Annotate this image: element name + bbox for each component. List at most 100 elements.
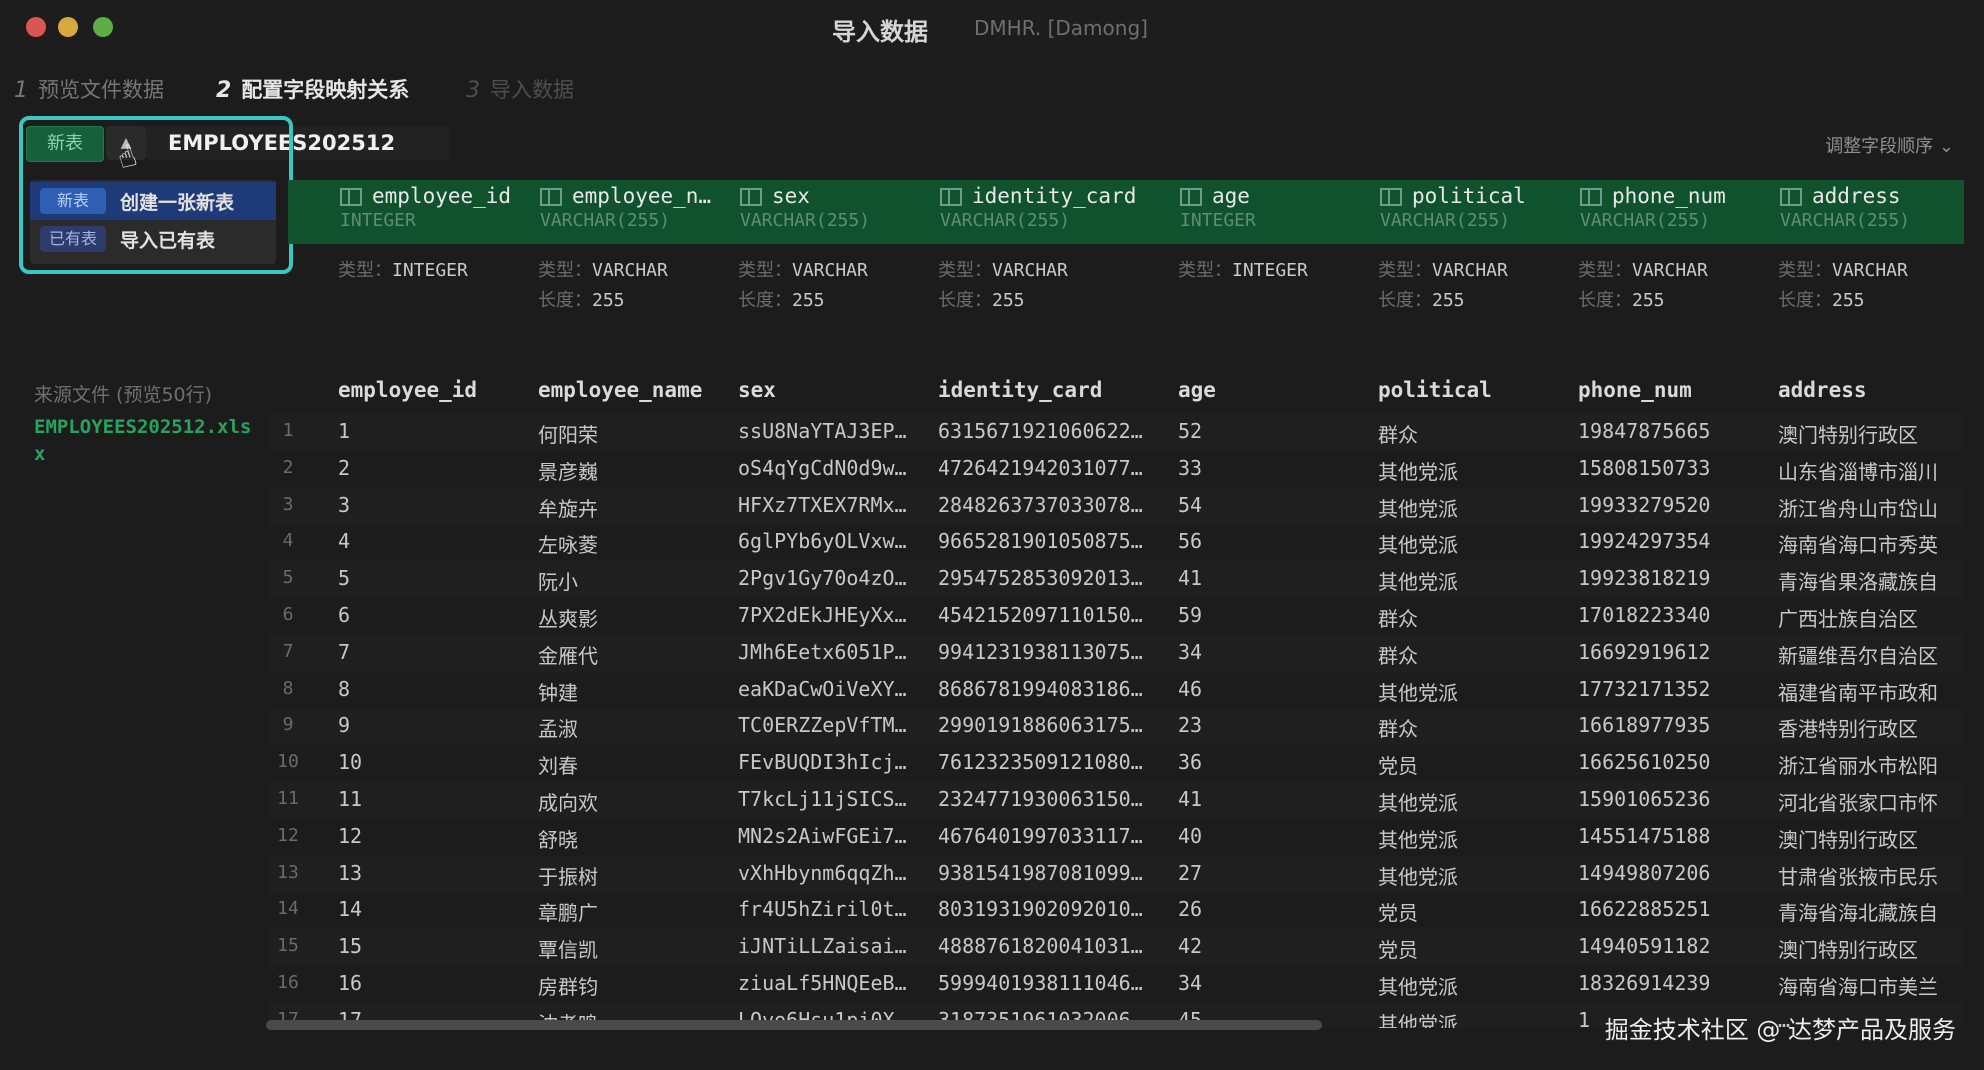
grid-cell[interactable]: 16 bbox=[338, 971, 528, 995]
grid-cell[interactable]: 19924297354 bbox=[1578, 529, 1768, 553]
grid-cell[interactable]: 14551475188 bbox=[1578, 824, 1768, 848]
grid-cell[interactable]: 福建省南平市政和 bbox=[1778, 677, 1958, 706]
grid-cell[interactable]: 59 bbox=[1178, 603, 1368, 627]
grid-cell[interactable]: 香港特别行政区 bbox=[1778, 713, 1958, 742]
grid-cell[interactable]: 54 bbox=[1178, 493, 1368, 517]
grid-cell[interactable]: 7612323509121080… bbox=[938, 750, 1168, 774]
grid-cell[interactable]: 36 bbox=[1178, 750, 1368, 774]
type-cell[interactable]: 类型：INTEGER bbox=[1178, 256, 1308, 286]
grid-cell[interactable]: 4676401997033117… bbox=[938, 824, 1168, 848]
grid-cell[interactable]: 党员 bbox=[1378, 934, 1568, 963]
grid-cell[interactable]: 孟淑 bbox=[538, 713, 728, 742]
source-file-name[interactable]: EMPLOYEES202512.xlsx bbox=[34, 414, 254, 468]
menu-item-new-table[interactable]: 新表 创建一张新表 bbox=[30, 182, 276, 220]
close-window-button[interactable] bbox=[26, 17, 46, 37]
grid-cell[interactable]: 33 bbox=[1178, 456, 1368, 480]
grid-cell[interactable]: 其他党派 bbox=[1378, 529, 1568, 558]
grid-cell[interactable]: 金雁代 bbox=[538, 640, 728, 669]
grid-cell[interactable]: 群众 bbox=[1378, 419, 1568, 448]
horizontal-scrollbar[interactable] bbox=[266, 1020, 1322, 1030]
grid-cell[interactable]: iJNTiLLZaisai… bbox=[738, 934, 928, 958]
table-row[interactable]: 5 5 阮小 2Pgv1Gy70o4zO… 2954752853092013… 41 其他党… bbox=[268, 561, 1964, 599]
grid-cell[interactable]: 18326914239 bbox=[1578, 971, 1768, 995]
grid-cell[interactable]: HFXz7TXEX7RMx… bbox=[738, 493, 928, 517]
grid-cell[interactable]: 其他党派 bbox=[1378, 824, 1568, 853]
grid-cell[interactable]: 9941231938113075… bbox=[938, 640, 1168, 664]
grid-cell[interactable]: 成向欢 bbox=[538, 787, 728, 816]
grid-cell[interactable]: MN2s2AiwFGEi7… bbox=[738, 824, 928, 848]
grid-cell[interactable]: 27 bbox=[1178, 861, 1368, 885]
grid-cell[interactable]: FEvBUQDI3hIcj… bbox=[738, 750, 928, 774]
zoom-window-button[interactable] bbox=[93, 17, 113, 37]
grid-cell[interactable]: 其他党派 bbox=[1378, 1008, 1568, 1028]
grid-cell[interactable]: 34 bbox=[1178, 971, 1368, 995]
grid-cell[interactable]: 其他党派 bbox=[1378, 566, 1568, 595]
table-row[interactable]: 6 6 丛爽影 7PX2dEkJHEyXx… 4542152097110150… 59 群众… bbox=[268, 598, 1964, 635]
grid-cell[interactable]: 于振树 bbox=[538, 861, 728, 890]
grid-cell[interactable]: 澳门特别行政区 bbox=[1778, 419, 1958, 448]
grid-cell[interactable]: 浙江省舟山市岱山 bbox=[1778, 493, 1958, 522]
reorder-fields-button[interactable]: 调整字段顺序 ⌄ bbox=[1825, 132, 1954, 158]
grid-cell[interactable]: 群众 bbox=[1378, 640, 1568, 669]
grid-cell[interactable]: 52 bbox=[1178, 419, 1368, 443]
grid-cell[interactable]: 其他党派 bbox=[1378, 787, 1568, 816]
step-mapping[interactable]: 2 配置字段映射关系 bbox=[216, 74, 409, 104]
grid-cell[interactable]: 41 bbox=[1178, 787, 1368, 811]
table-row[interactable]: 1 1 何阳荣 ssU8NaYTAJ3EP… 6315671921060622… 52 群众… bbox=[268, 414, 1964, 451]
menu-item-existing-table[interactable]: 已有表 导入已有表 bbox=[30, 220, 276, 258]
grid-cell[interactable]: 澳门特别行政区 bbox=[1778, 824, 1958, 853]
table-row[interactable]: 4 4 左咏菱 6glPYb6yOLVxw… 9665281901050875… 56 其他… bbox=[268, 524, 1964, 561]
grid-cell[interactable]: 群众 bbox=[1378, 603, 1568, 632]
grid-cell[interactable]: 5999401938111046… bbox=[938, 971, 1168, 995]
grid-cell[interactable]: 42 bbox=[1178, 934, 1368, 958]
step-import[interactable]: 3 导入数据 bbox=[466, 74, 574, 104]
grid-cell[interactable]: 12 bbox=[338, 824, 528, 848]
grid-cell[interactable]: 11 bbox=[338, 787, 528, 811]
grid-cell[interactable]: 2Pgv1Gy70o4zO… bbox=[738, 566, 928, 590]
grid-cell[interactable]: 23 bbox=[1178, 713, 1368, 737]
grid-cell[interactable]: ziuaLf5HNQEeB… bbox=[738, 971, 928, 995]
grid-cell[interactable]: 群众 bbox=[1378, 713, 1568, 742]
grid-cell[interactable]: 46 bbox=[1178, 677, 1368, 701]
table-row[interactable]: 3 3 牟旋卉 HFXz7TXEX7RMx… 2848263737033078… 54 其他… bbox=[268, 487, 1964, 525]
grid-cell[interactable]: 章鹏广 bbox=[538, 897, 728, 926]
grid-cell[interactable]: 丛爽影 bbox=[538, 603, 728, 632]
type-cell[interactable]: 类型：VARCHAR 长度：255 bbox=[938, 256, 1068, 316]
grid-cell[interactable]: 刘春 bbox=[538, 750, 728, 779]
grid-cell[interactable]: 何阳荣 bbox=[538, 419, 728, 448]
table-row[interactable]: 2 2 景彦巍 oS4qYgCdN0d9w… 4726421942031077… 33 其他… bbox=[268, 451, 1964, 488]
grid-cell[interactable]: 广西壮族自治区 bbox=[1778, 603, 1958, 632]
grid-cell[interactable]: 其他党派 bbox=[1378, 861, 1568, 890]
grid-cell[interactable]: 4542152097110150… bbox=[938, 603, 1168, 627]
grid-cell[interactable]: ssU8NaYTAJ3EP… bbox=[738, 419, 928, 443]
grid-cell[interactable]: 其他党派 bbox=[1378, 456, 1568, 485]
grid-cell[interactable]: 8031931902092010… bbox=[938, 897, 1168, 921]
grid-cell[interactable]: 6 bbox=[338, 603, 528, 627]
grid-cell[interactable]: 15808150733 bbox=[1578, 456, 1768, 480]
type-cell[interactable]: 类型：INTEGER bbox=[338, 256, 468, 286]
grid-cell[interactable]: oS4qYgCdN0d9w… bbox=[738, 456, 928, 480]
grid-cell[interactable]: 14 bbox=[338, 897, 528, 921]
grid-cell[interactable]: 16618977935 bbox=[1578, 713, 1768, 737]
type-cell[interactable]: 类型：VARCHAR 长度：255 bbox=[1778, 256, 1908, 316]
grid-cell[interactable]: 其他党派 bbox=[1378, 971, 1568, 1000]
grid-cell[interactable]: 9 bbox=[338, 713, 528, 737]
grid-cell[interactable]: 2 bbox=[338, 456, 528, 480]
grid-cell[interactable]: 16625610250 bbox=[1578, 750, 1768, 774]
table-row[interactable]: 13 13 于振树 vXhHbynm6qqZh… 9381541987081099… 27… bbox=[268, 855, 1964, 893]
grid-cell[interactable]: 40 bbox=[1178, 824, 1368, 848]
grid-cell[interactable]: 2324771930063150… bbox=[938, 787, 1168, 811]
grid-cell[interactable]: 青海省果洛藏族自 bbox=[1778, 566, 1958, 595]
grid-cell[interactable]: 17018223340 bbox=[1578, 603, 1768, 627]
type-cell[interactable]: 类型：VARCHAR 长度：255 bbox=[1378, 256, 1508, 316]
grid-cell[interactable]: 17732171352 bbox=[1578, 677, 1768, 701]
grid-cell[interactable]: 舒晓 bbox=[538, 824, 728, 853]
grid-cell[interactable]: 9381541987081099… bbox=[938, 861, 1168, 885]
grid-cell[interactable]: 海南省海口市秀英 bbox=[1778, 529, 1958, 558]
grid-cell[interactable]: 山东省淄博市淄川 bbox=[1778, 456, 1958, 485]
table-row[interactable]: 9 9 孟淑 TC0ERZZepVfTM… 2990191886063175… 23 群众 1… bbox=[268, 708, 1964, 746]
grid-cell[interactable]: 其他党派 bbox=[1378, 493, 1568, 522]
grid-cell[interactable]: 青海省海北藏族自 bbox=[1778, 897, 1958, 926]
grid-cell[interactable]: JMh6Eetx6051P… bbox=[738, 640, 928, 664]
grid-cell[interactable]: 15901065236 bbox=[1578, 787, 1768, 811]
